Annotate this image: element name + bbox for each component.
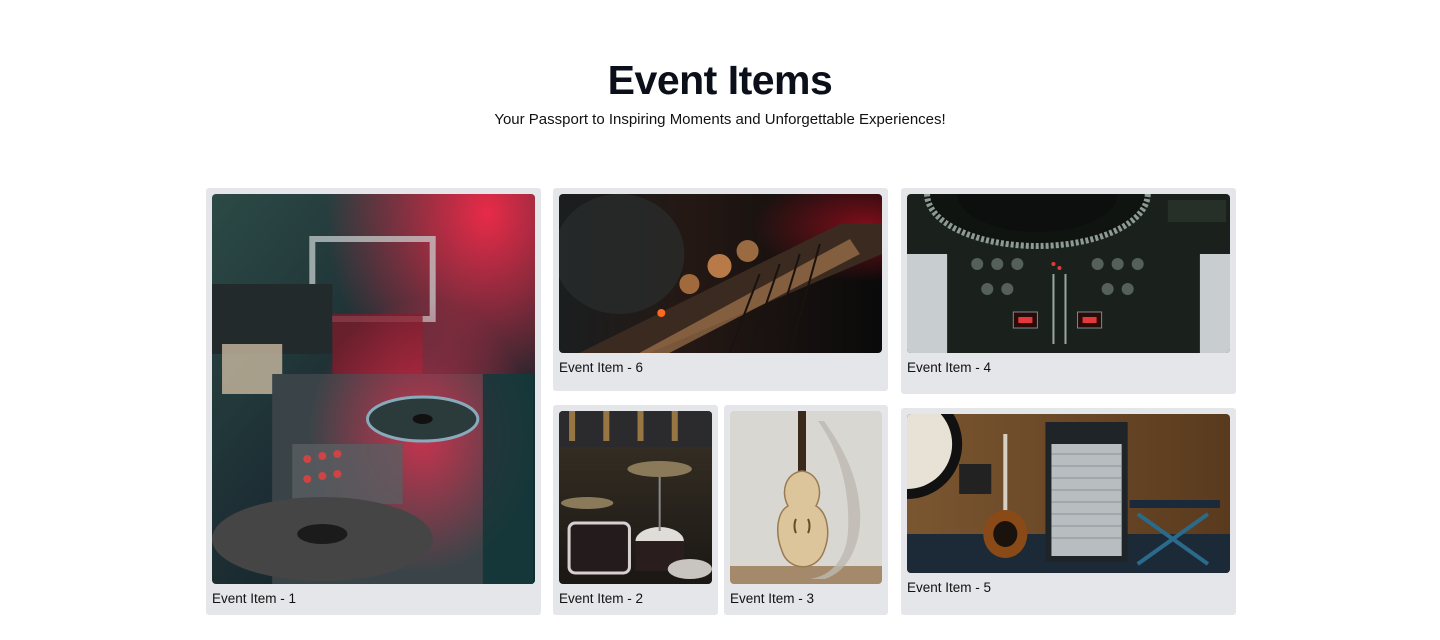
event-item-label: Event Item - 4 [907,360,992,375]
event-item-label: Event Item - 2 [559,591,644,606]
event-item-label: Event Item - 5 [907,580,992,595]
event-card-3[interactable]: Event Item - 3 [724,405,888,615]
event-item-label: Event Item - 3 [730,591,815,606]
amplifier-knobs-photo [559,194,882,353]
dj-turntable-mixer-photo [212,194,535,584]
drum-kit-photo [559,411,712,584]
event-card-1[interactable]: Event Item - 1 [206,188,541,615]
guitar-amplifier-photo [907,414,1230,573]
event-card-6[interactable]: Event Item - 6 [553,188,888,391]
page-title: Event Items [607,57,833,103]
violin-photo [730,411,882,584]
event-card-4[interactable]: Event Item - 4 [901,188,1236,394]
dj-deck-mixer-photo [907,194,1230,353]
event-card-2[interactable]: Event Item - 2 [553,405,718,615]
event-card-5[interactable]: Event Item - 5 [901,408,1236,615]
event-item-label: Event Item - 1 [212,591,297,606]
event-item-label: Event Item - 6 [559,360,644,375]
page-subtitle: Your Passport to Inspiring Moments and U… [494,111,946,128]
